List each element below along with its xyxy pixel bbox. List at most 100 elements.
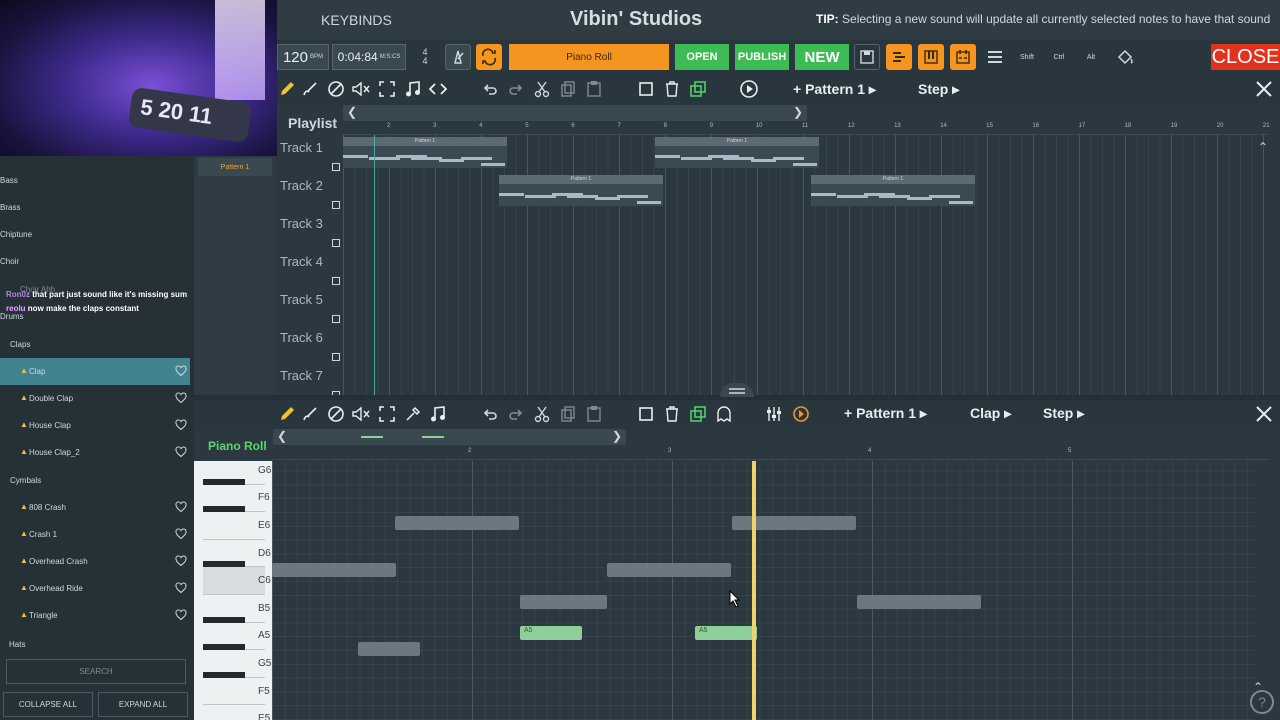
pianoroll-ruler[interactable]: 2 3 4 5 xyxy=(272,448,1270,460)
pattern-clip[interactable]: Pattern 1 xyxy=(655,137,819,168)
track-checkbox[interactable] xyxy=(332,239,340,247)
brush-icon[interactable] xyxy=(300,79,320,99)
scroll-up-icon[interactable]: ⌃ xyxy=(1253,680,1263,694)
sound-item-crash-1[interactable]: ▲ Crash 1 xyxy=(0,521,190,548)
paint-bucket-icon[interactable] xyxy=(1112,44,1138,70)
piano-view-icon[interactable] xyxy=(918,44,944,70)
category-choir[interactable]: Choir xyxy=(0,257,19,266)
pianoroll-note[interactable]: A5 xyxy=(695,626,757,640)
category-cymbals[interactable]: Cymbals xyxy=(10,476,41,485)
sound-item-house-clap[interactable]: ▲ House Clap xyxy=(0,412,190,439)
tempo-field[interactable]: 120 BPM xyxy=(277,44,329,70)
expand-horizontal-icon[interactable] xyxy=(428,79,448,99)
pianoroll-note[interactable] xyxy=(358,642,420,656)
brush-icon[interactable] xyxy=(300,404,320,424)
undo-icon[interactable] xyxy=(480,404,500,424)
scroll-up-icon[interactable]: ⌃ xyxy=(1258,140,1268,154)
sound-item-overhead-ride[interactable]: ▲ Overhead Ride xyxy=(0,575,190,602)
play-circle-icon[interactable] xyxy=(739,79,759,99)
pianoroll-note[interactable] xyxy=(272,563,396,577)
playlist-pattern-dropdown[interactable]: + Pattern 1 ▸ xyxy=(793,81,876,98)
track-checkbox[interactable] xyxy=(332,201,340,209)
ctrl-key-button[interactable]: Ctrl xyxy=(1046,44,1072,70)
play-circle-icon[interactable] xyxy=(791,404,811,424)
close-button[interactable]: CLOSE xyxy=(1211,44,1280,70)
pianoroll-note[interactable] xyxy=(520,595,607,609)
publish-button[interactable]: PUBLISH xyxy=(735,44,789,70)
redo-icon[interactable] xyxy=(506,79,526,99)
copy-icon[interactable] xyxy=(558,404,578,424)
collapse-all-button[interactable]: COLLAPSE ALL xyxy=(3,692,93,717)
cut-icon[interactable] xyxy=(532,79,552,99)
piano-keyboard[interactable]: G6 F6 E6 D6 C6 B5 A5 G5 F5 E5 xyxy=(194,461,272,720)
step-sequencer-icon[interactable] xyxy=(950,44,976,70)
pianoroll-scrollbar[interactable]: ❮ ❯ xyxy=(273,429,626,445)
keybinds-button[interactable]: KEYBINDS xyxy=(321,12,392,28)
redo-icon[interactable] xyxy=(506,404,526,424)
mixer-sliders-icon[interactable] xyxy=(764,404,784,424)
category-hats[interactable]: Hats xyxy=(9,640,25,649)
track-label[interactable]: Track 1 xyxy=(280,140,323,155)
playlist-step-dropdown[interactable]: Step ▸ xyxy=(918,81,959,98)
pencil-icon[interactable] xyxy=(277,79,297,99)
close-panel-icon[interactable] xyxy=(1254,79,1274,99)
trash-icon[interactable] xyxy=(662,404,682,424)
select-all-icon[interactable] xyxy=(636,404,656,424)
view-selector[interactable]: Piano Roll xyxy=(509,44,669,70)
select-tool-icon[interactable] xyxy=(377,404,397,424)
pianoroll-step-dropdown[interactable]: Step ▸ xyxy=(1043,405,1084,422)
pianoroll-pattern-dropdown[interactable]: + Pattern 1 ▸ xyxy=(844,405,927,422)
pencil-icon[interactable] xyxy=(277,404,297,424)
mute-tool-icon[interactable] xyxy=(351,79,371,99)
open-button[interactable]: OPEN xyxy=(675,44,729,70)
scroll-left-icon[interactable]: ❮ xyxy=(347,105,357,119)
category-claps[interactable]: Claps xyxy=(10,340,30,349)
new-button[interactable]: NEW xyxy=(795,44,849,70)
pianoroll-note[interactable] xyxy=(607,563,731,577)
duplicate-icon[interactable] xyxy=(688,79,708,99)
loop-icon[interactable] xyxy=(476,44,502,70)
track-label[interactable]: Track 5 xyxy=(280,292,323,307)
track-checkbox[interactable] xyxy=(332,277,340,285)
delete-tool-icon[interactable] xyxy=(326,79,346,99)
metronome-icon[interactable] xyxy=(445,44,471,70)
paste-icon[interactable] xyxy=(584,404,604,424)
close-panel-icon[interactable] xyxy=(1254,404,1274,424)
search-input[interactable]: SEARCH xyxy=(6,659,186,684)
track-label[interactable]: Track 7 xyxy=(280,368,323,383)
trash-icon[interactable] xyxy=(662,79,682,99)
track-label[interactable]: Track 4 xyxy=(280,254,323,269)
piano-key[interactable]: F5 xyxy=(203,677,270,706)
alt-key-button[interactable]: Alt xyxy=(1078,44,1104,70)
heart-icon[interactable] xyxy=(175,501,187,513)
scroll-right-icon[interactable]: ❯ xyxy=(612,429,622,443)
delete-tool-icon[interactable] xyxy=(326,404,346,424)
sound-item-house-clap-2[interactable]: ▲ House Clap_2 xyxy=(0,439,190,466)
save-icon[interactable] xyxy=(854,44,880,70)
pianoroll-note[interactable] xyxy=(857,595,981,609)
duplicate-icon[interactable] xyxy=(688,404,708,424)
track-label[interactable]: Track 2 xyxy=(280,178,323,193)
sound-dropdown[interactable]: Clap ▸ xyxy=(970,405,1011,422)
pattern-list-item[interactable]: Pattern 1 xyxy=(198,158,272,176)
scroll-right-icon[interactable]: ❯ xyxy=(793,105,803,119)
pattern-clip[interactable]: Pattern 1 xyxy=(811,175,975,206)
panel-divider[interactable] xyxy=(194,383,1280,400)
heart-icon[interactable] xyxy=(175,555,187,567)
pianoroll-note[interactable]: A5 xyxy=(520,626,582,640)
pianoroll-note[interactable] xyxy=(395,516,519,530)
playhead[interactable] xyxy=(752,461,756,720)
category-bass[interactable]: Bass xyxy=(0,176,18,185)
playlist-scrollbar[interactable]: ❮ ❯ xyxy=(343,105,807,121)
piano-key[interactable]: E5 xyxy=(203,705,270,720)
track-checkbox[interactable] xyxy=(332,315,340,323)
scroll-left-icon[interactable]: ❮ xyxy=(277,429,287,443)
heart-icon[interactable] xyxy=(175,419,187,431)
select-all-icon[interactable] xyxy=(636,79,656,99)
heart-icon[interactable] xyxy=(175,365,187,377)
eyedropper-icon[interactable] xyxy=(403,404,423,424)
playlist-grid[interactable]: Pattern 1 Pattern 1 Pattern 1 Pattern 1 xyxy=(343,135,1268,395)
pattern-clip[interactable]: Pattern 1 xyxy=(343,137,507,168)
track-label[interactable]: Track 6 xyxy=(280,330,323,345)
piano-key[interactable]: C6 xyxy=(203,567,271,595)
